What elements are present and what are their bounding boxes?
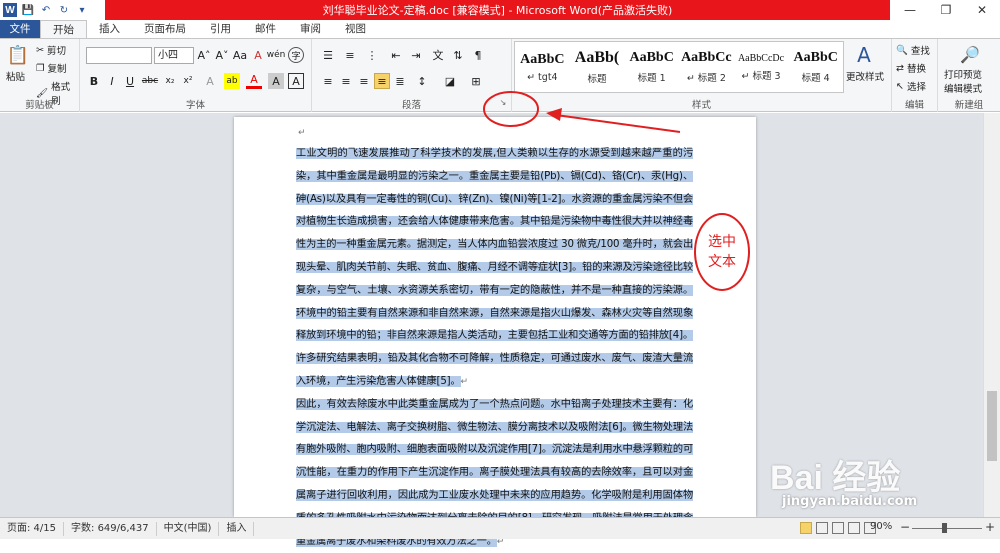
- annotation-line-2: 文本: [708, 254, 736, 270]
- annotation-line-1: 选中: [708, 234, 736, 250]
- insert-mode[interactable]: 插入: [219, 521, 255, 536]
- status-bar: 页面: 4/15 字数: 649/6,437 中文(中国) 插入 90% − +: [0, 517, 1000, 539]
- full-screen-view-icon[interactable]: [816, 522, 828, 534]
- baidu-watermark-logo: Bai 经验: [770, 459, 901, 497]
- word-count[interactable]: 字数: 649/6,437: [64, 521, 157, 536]
- web-layout-view-icon[interactable]: [832, 522, 844, 534]
- zoom-slider-thumb[interactable]: [942, 523, 947, 533]
- view-buttons: [800, 522, 876, 534]
- annotation-arrow-head: [546, 108, 562, 121]
- print-layout-view-icon[interactable]: [800, 522, 812, 534]
- zoom-slider-track[interactable]: [912, 528, 982, 529]
- zoom-out-button[interactable]: −: [900, 520, 910, 534]
- dialog-launcher-highlight-ring: [483, 91, 539, 127]
- annotation-arrow-line: [555, 114, 681, 133]
- zoom-in-button[interactable]: +: [985, 520, 995, 534]
- annotation-text: 选中 文本: [700, 232, 744, 272]
- page-indicator[interactable]: 页面: 4/15: [0, 521, 65, 536]
- language-indicator[interactable]: 中文(中国): [157, 521, 220, 536]
- baidu-watermark-url: jingyan.baidu.com: [782, 494, 918, 509]
- zoom-level[interactable]: 90%: [870, 521, 892, 532]
- outline-view-icon[interactable]: [848, 522, 860, 534]
